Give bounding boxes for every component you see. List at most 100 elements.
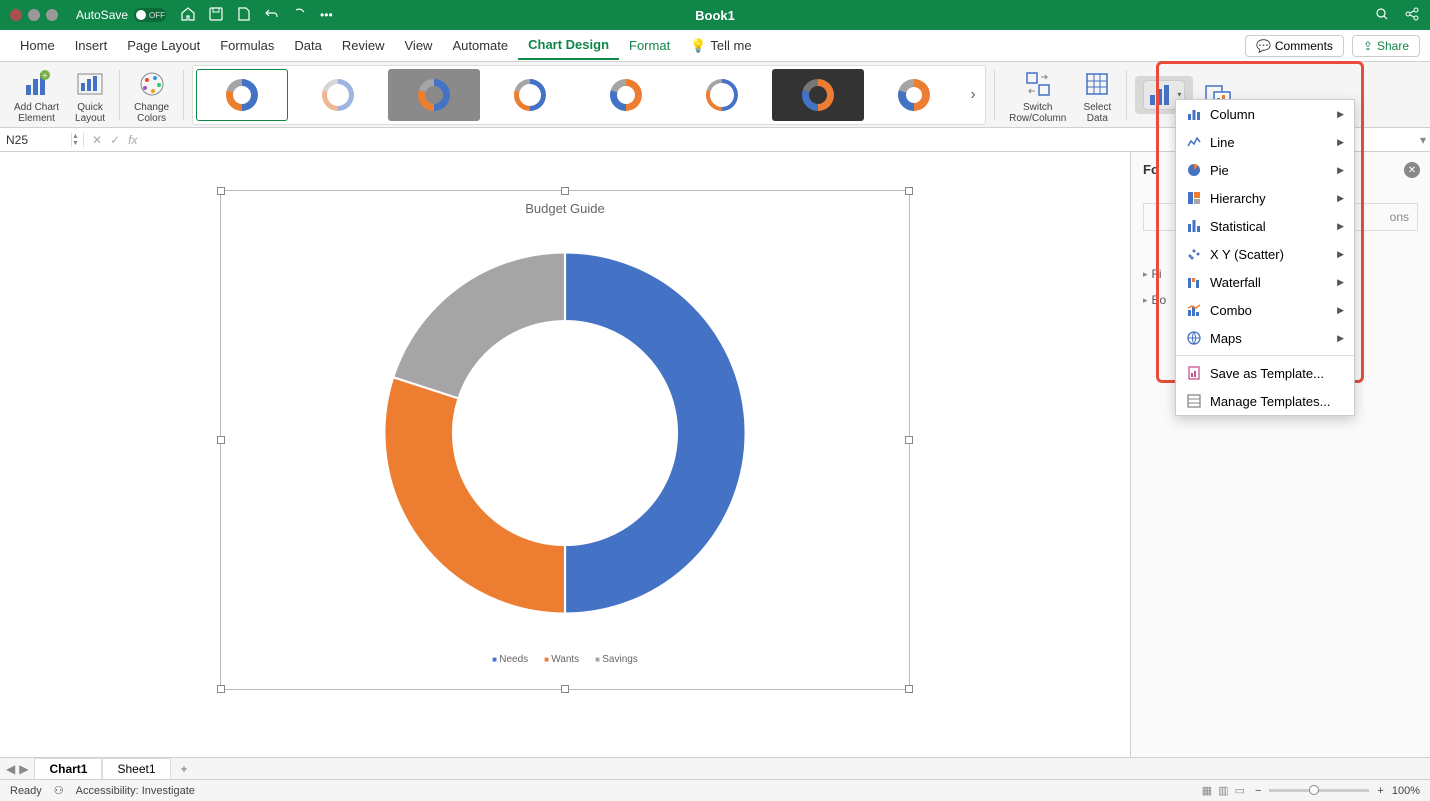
cancel-icon[interactable]: ✕ bbox=[92, 133, 102, 147]
prev-sheet-icon[interactable]: ◀ bbox=[6, 762, 15, 776]
zoom-out-icon[interactable]: − bbox=[1255, 785, 1261, 797]
window-controls[interactable] bbox=[10, 9, 58, 21]
normal-view-icon[interactable]: ▦ bbox=[1202, 784, 1212, 797]
fx-icon[interactable]: fx bbox=[128, 133, 137, 147]
expand-formula-bar[interactable]: ▾ bbox=[1416, 133, 1430, 147]
confirm-icon[interactable]: ✓ bbox=[110, 133, 120, 147]
close-pane-icon[interactable]: ✕ bbox=[1404, 162, 1420, 178]
resize-handle[interactable] bbox=[217, 187, 225, 195]
chart-styles-gallery[interactable]: › bbox=[192, 65, 986, 125]
sheet-tab-sheet1[interactable]: Sheet1 bbox=[102, 758, 170, 779]
tab-view[interactable]: View bbox=[395, 32, 443, 59]
menu-save-template[interactable]: Save as Template... bbox=[1176, 359, 1354, 387]
close-window-icon[interactable] bbox=[10, 9, 22, 21]
select-data-button[interactable]: Select Data bbox=[1076, 66, 1118, 124]
more-styles-icon[interactable]: › bbox=[964, 86, 982, 104]
quick-layout-button[interactable]: Quick Layout bbox=[69, 66, 111, 124]
tab-home[interactable]: Home bbox=[10, 32, 65, 59]
menu-hierarchy[interactable]: Hierarchy▶ bbox=[1176, 184, 1354, 212]
change-colors-button[interactable]: Change Colors bbox=[128, 66, 175, 124]
zoom-slider[interactable] bbox=[1269, 789, 1369, 792]
statistical-chart-icon bbox=[1186, 218, 1202, 234]
menu-column[interactable]: Column▶ bbox=[1176, 100, 1354, 128]
tab-automate[interactable]: Automate bbox=[442, 32, 518, 59]
chart-title[interactable]: Budget Guide bbox=[221, 191, 909, 218]
minimize-window-icon[interactable] bbox=[28, 9, 40, 21]
search-icon[interactable] bbox=[1374, 6, 1390, 25]
bulb-icon: 💡 bbox=[690, 38, 706, 54]
resize-handle[interactable] bbox=[905, 187, 913, 195]
tab-format[interactable]: Format bbox=[619, 32, 680, 59]
chart-style-3[interactable] bbox=[388, 69, 480, 121]
menu-combo[interactable]: Combo▶ bbox=[1176, 296, 1354, 324]
home-icon[interactable] bbox=[180, 6, 196, 25]
chart-canvas[interactable]: Budget Guide NeedsWantsSavings bbox=[0, 152, 1130, 757]
comments-button[interactable]: 💬 Comments bbox=[1245, 35, 1344, 57]
zoom-in-icon[interactable]: + bbox=[1377, 785, 1383, 797]
page-layout-view-icon[interactable]: ▥ bbox=[1218, 784, 1228, 797]
file-icon[interactable] bbox=[236, 6, 252, 25]
chart-style-5[interactable] bbox=[580, 69, 672, 121]
combo-chart-icon bbox=[1186, 302, 1202, 318]
add-chart-element-button[interactable]: + Add Chart Element bbox=[8, 66, 65, 124]
menu-scatter[interactable]: X Y (Scatter)▶ bbox=[1176, 240, 1354, 268]
manage-templates-icon bbox=[1186, 393, 1202, 409]
next-sheet-icon[interactable]: ▶ bbox=[19, 762, 28, 776]
menu-manage-templates[interactable]: Manage Templates... bbox=[1176, 387, 1354, 415]
redo-icon[interactable] bbox=[292, 6, 308, 25]
share-icon: ⇪ bbox=[1363, 39, 1373, 53]
page-break-view-icon[interactable]: ▭ bbox=[1235, 784, 1245, 797]
save-template-icon bbox=[1186, 365, 1202, 381]
add-sheet-button[interactable]: + bbox=[171, 759, 198, 779]
chart-object[interactable]: Budget Guide NeedsWantsSavings bbox=[220, 190, 910, 690]
hierarchy-chart-icon bbox=[1186, 190, 1202, 206]
menu-statistical[interactable]: Statistical▶ bbox=[1176, 212, 1354, 240]
tab-chart-design[interactable]: Chart Design bbox=[518, 31, 619, 60]
donut-chart[interactable] bbox=[350, 218, 780, 648]
chart-type-menu: Column▶ Line▶ Pie▶ Hierarchy▶ Statistica… bbox=[1175, 99, 1355, 416]
menu-line[interactable]: Line▶ bbox=[1176, 128, 1354, 156]
chart-style-1[interactable] bbox=[196, 69, 288, 121]
chart-style-2[interactable] bbox=[292, 69, 384, 121]
chart-style-7[interactable] bbox=[772, 69, 864, 121]
share-flyout-icon[interactable] bbox=[1404, 6, 1420, 25]
name-box[interactable]: N25 bbox=[0, 133, 72, 147]
comment-icon: 💬 bbox=[1256, 39, 1271, 53]
zoom-control[interactable]: − + 100% bbox=[1255, 785, 1420, 797]
menu-waterfall[interactable]: Waterfall▶ bbox=[1176, 268, 1354, 296]
titlebar: AutoSave OFF ••• Book1 bbox=[0, 0, 1430, 30]
status-accessibility[interactable]: Accessibility: Investigate bbox=[76, 785, 195, 797]
ribbon-tabs: Home Insert Page Layout Formulas Data Re… bbox=[0, 30, 1430, 62]
share-button[interactable]: ⇪ Share bbox=[1352, 35, 1420, 57]
chart-style-8[interactable] bbox=[868, 69, 960, 121]
line-chart-icon bbox=[1186, 134, 1202, 150]
accessibility-icon[interactable]: ⚇ bbox=[54, 784, 64, 797]
maximize-window-icon[interactable] bbox=[46, 9, 58, 21]
menu-maps[interactable]: Maps▶ bbox=[1176, 324, 1354, 352]
resize-handle[interactable] bbox=[217, 436, 225, 444]
resize-handle[interactable] bbox=[905, 685, 913, 693]
tab-review[interactable]: Review bbox=[332, 32, 395, 59]
sheet-tabs: ◀ ▶ Chart1 Sheet1 + bbox=[0, 757, 1430, 779]
tab-formulas[interactable]: Formulas bbox=[210, 32, 284, 59]
resize-handle[interactable] bbox=[217, 685, 225, 693]
sheet-tab-chart1[interactable]: Chart1 bbox=[34, 758, 102, 779]
autosave-toggle[interactable]: AutoSave OFF bbox=[76, 8, 166, 22]
chart-legend[interactable]: NeedsWantsSavings bbox=[221, 648, 909, 671]
chart-style-6[interactable] bbox=[676, 69, 768, 121]
chart-style-4[interactable] bbox=[484, 69, 576, 121]
switch-row-column-button[interactable]: Switch Row/Column bbox=[1003, 66, 1072, 124]
save-icon[interactable] bbox=[208, 6, 224, 25]
resize-handle[interactable] bbox=[561, 187, 569, 195]
tab-page-layout[interactable]: Page Layout bbox=[117, 32, 210, 59]
tab-insert[interactable]: Insert bbox=[65, 32, 118, 59]
resize-handle[interactable] bbox=[905, 436, 913, 444]
zoom-value[interactable]: 100% bbox=[1392, 785, 1420, 797]
tell-me[interactable]: 💡 Tell me bbox=[680, 32, 761, 60]
resize-handle[interactable] bbox=[561, 685, 569, 693]
undo-icon[interactable] bbox=[264, 6, 280, 25]
menu-pie[interactable]: Pie▶ bbox=[1176, 156, 1354, 184]
tab-data[interactable]: Data bbox=[284, 32, 331, 59]
waterfall-chart-icon bbox=[1186, 274, 1202, 290]
more-icon[interactable]: ••• bbox=[320, 8, 333, 22]
